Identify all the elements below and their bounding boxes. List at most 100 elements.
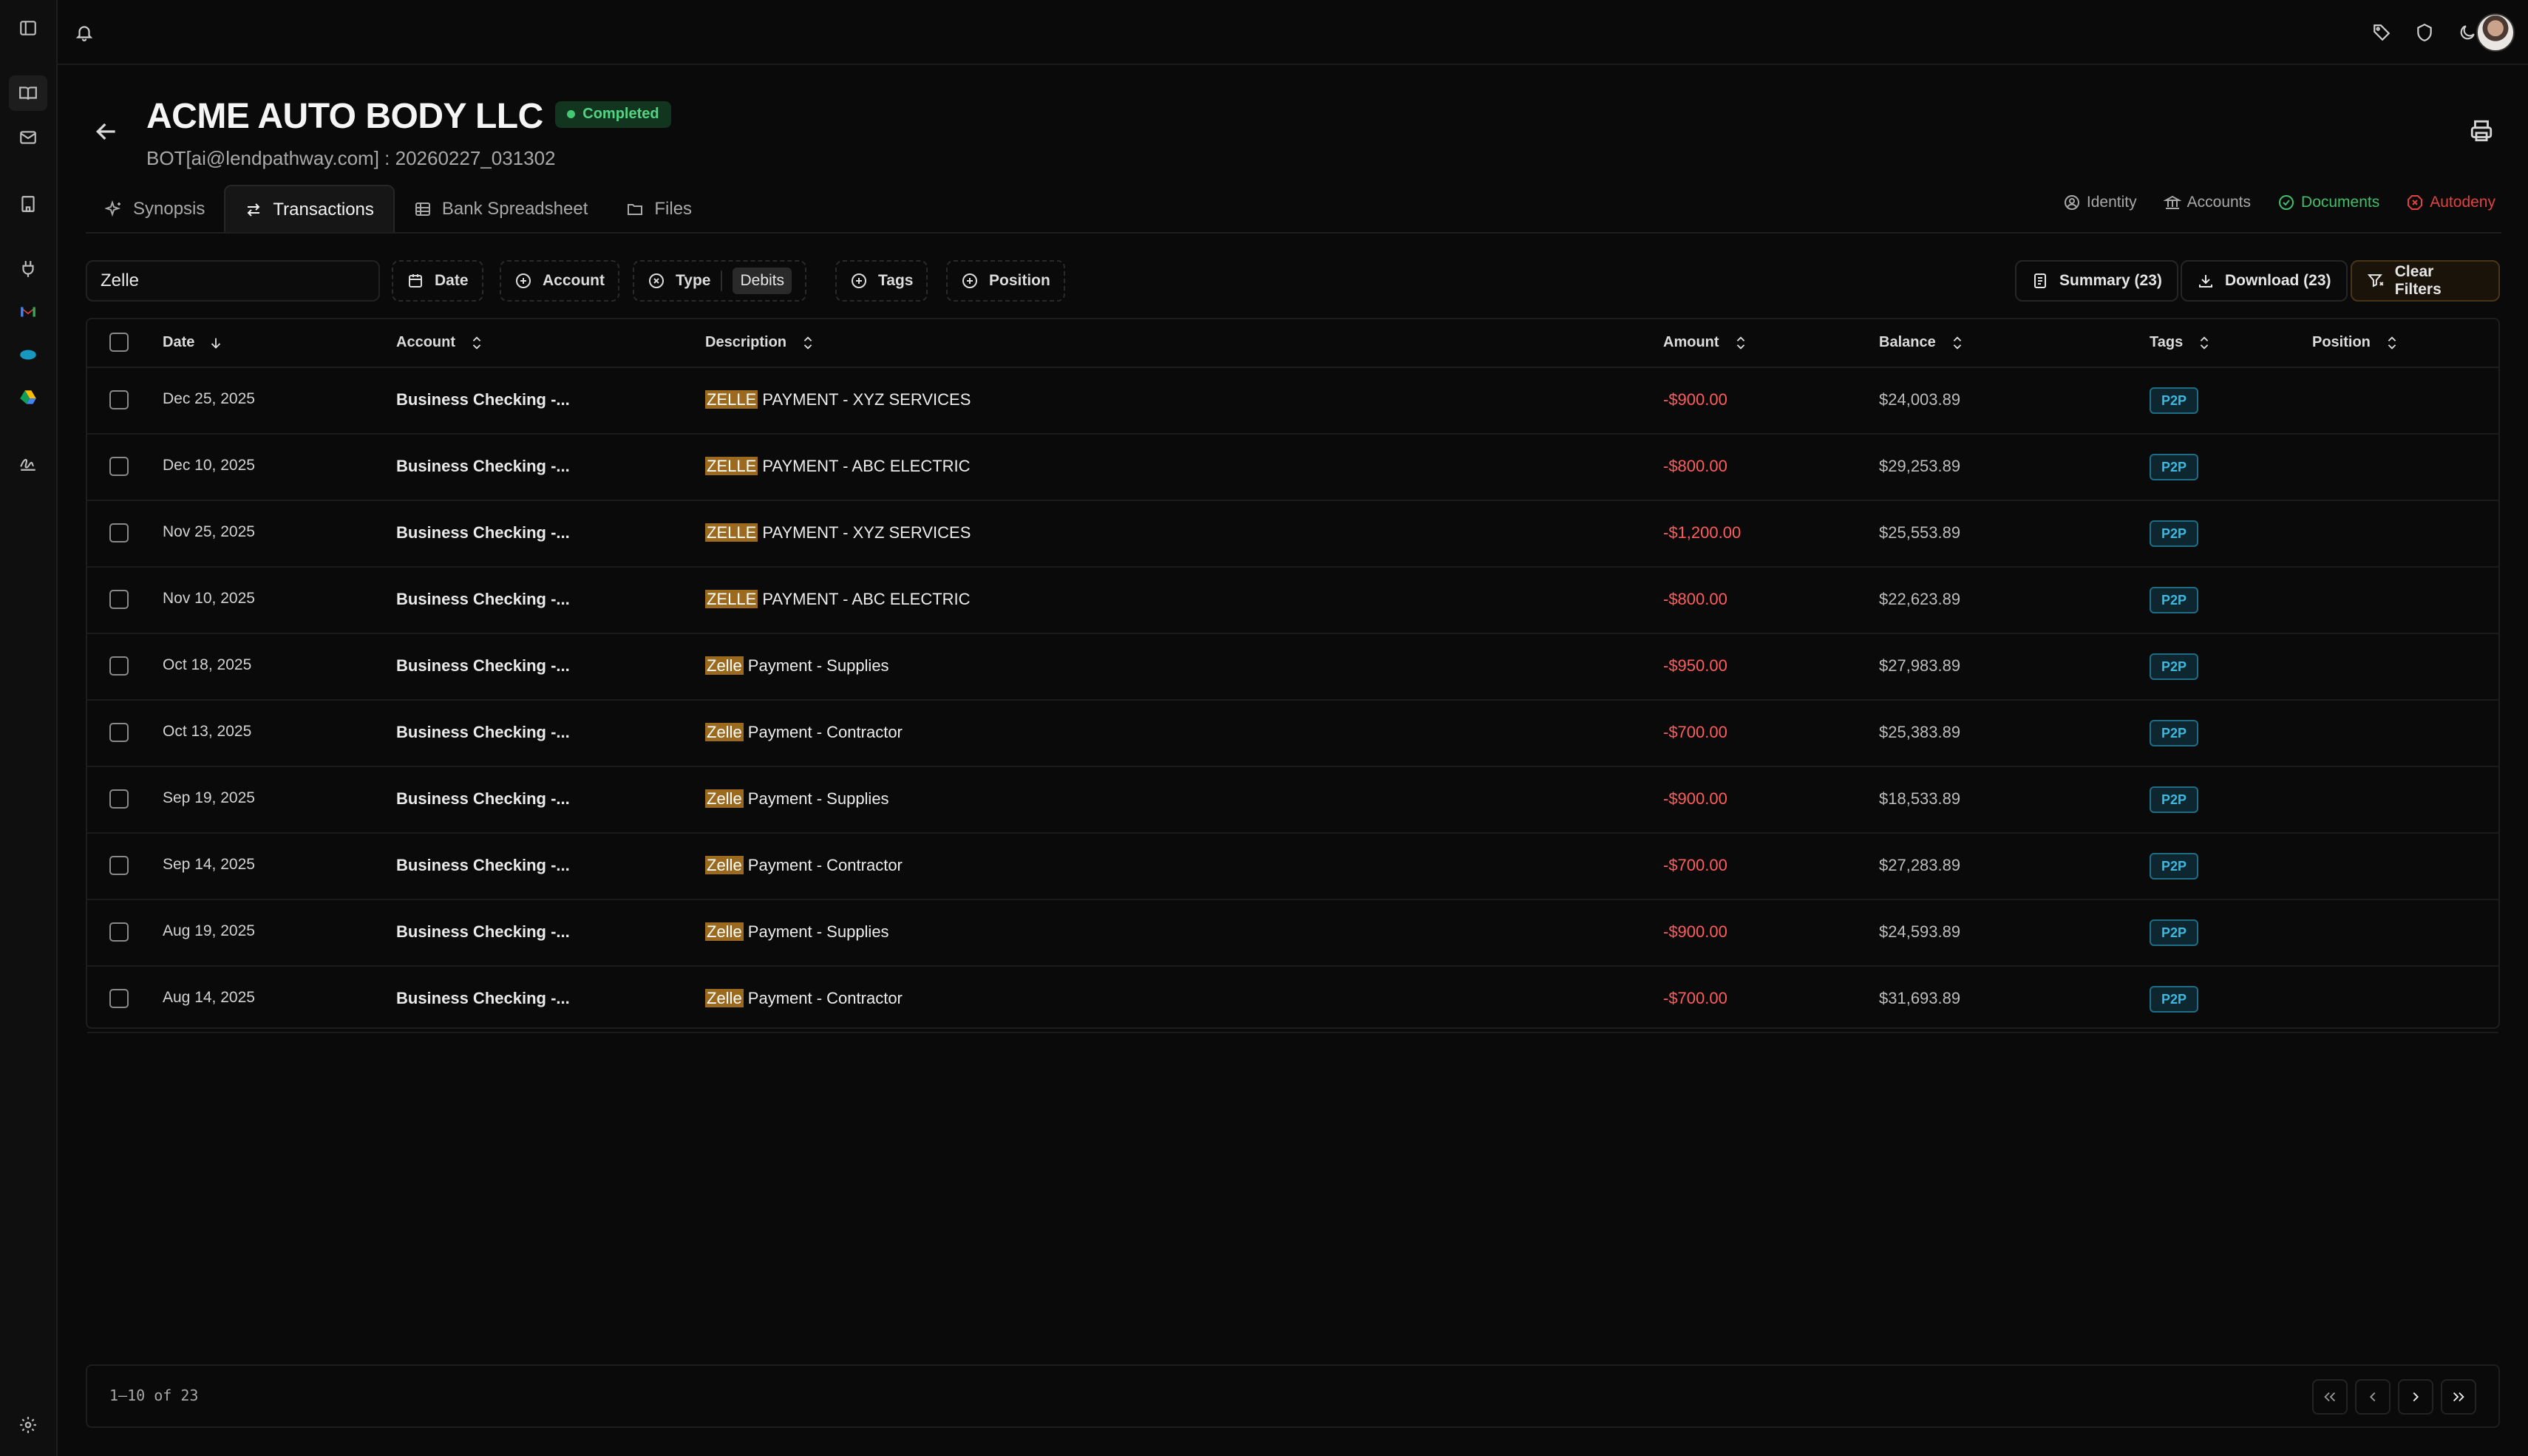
row-account[interactable]: Business Checking -... [396, 989, 570, 1008]
row-account[interactable]: Business Checking -... [396, 723, 570, 742]
summary-label: Summary (23) [2059, 272, 2162, 289]
row-account[interactable]: Business Checking -... [396, 457, 570, 476]
search-input[interactable]: Zelle [86, 260, 380, 302]
table-row[interactable]: Dec 25, 2025 Business Checking -... ZELLE … [87, 368, 2498, 435]
clear-filters-button[interactable]: Clear Filters [2351, 260, 2500, 302]
row-account[interactable]: Business Checking -... [396, 789, 570, 809]
next-page-button[interactable] [2398, 1379, 2433, 1415]
filter-date[interactable]: Date [392, 260, 483, 302]
row-checkbox[interactable] [109, 922, 129, 942]
column-header-tags[interactable]: Tags [2150, 334, 2212, 351]
table-row[interactable]: Oct 13, 2025 Business Checking -... Zelle … [87, 701, 2498, 767]
select-all-checkbox[interactable] [109, 333, 129, 352]
first-page-button[interactable] [2312, 1379, 2348, 1415]
table-row[interactable]: Oct 18, 2025 Business Checking -... Zelle … [87, 634, 2498, 701]
row-checkbox[interactable] [109, 723, 129, 742]
signature-icon[interactable] [13, 448, 43, 477]
download-button[interactable]: Download (23) [2181, 260, 2348, 302]
row-tag-badge[interactable]: P2P [2150, 919, 2199, 946]
column-header-position[interactable]: Position [2312, 334, 2400, 351]
tab-files[interactable]: Files [607, 185, 711, 234]
tab-bank-spreadsheet[interactable]: Bank Spreadsheet [395, 185, 607, 234]
tab-transactions[interactable]: Transactions [224, 185, 395, 234]
plug-icon[interactable] [13, 254, 43, 284]
table-row[interactable]: Dec 10, 2025 Business Checking -... ZELLE … [87, 435, 2498, 501]
column-header-balance[interactable]: Balance [1879, 334, 1965, 351]
mail-icon[interactable] [13, 123, 43, 152]
row-tag-badge[interactable]: P2P [2150, 587, 2199, 613]
filter-type[interactable]: Type Debits [633, 260, 806, 302]
row-account[interactable]: Business Checking -... [396, 922, 570, 942]
gmail-icon[interactable] [13, 297, 43, 327]
user-avatar[interactable] [2476, 13, 2515, 52]
column-header-amount[interactable]: Amount [1663, 334, 1749, 351]
row-checkbox[interactable] [109, 856, 129, 875]
row-checkbox[interactable] [109, 523, 129, 542]
row-tag-badge[interactable]: P2P [2150, 853, 2199, 880]
table-row[interactable]: Sep 14, 2025 Business Checking -... Zelle … [87, 834, 2498, 900]
sort-icon [2200, 336, 2209, 350]
back-arrow-icon[interactable] [92, 117, 121, 146]
settings-gear-icon[interactable] [13, 1410, 43, 1440]
filter-account[interactable]: Account [500, 260, 619, 302]
summary-button[interactable]: Summary (23) [2015, 260, 2178, 302]
table-row[interactable]: Sep 19, 2025 Business Checking -... Zelle … [87, 767, 2498, 834]
tab-bar: Synopsis Transactions Bank Spreadsheet F… [86, 185, 711, 234]
row-account[interactable]: Business Checking -... [396, 656, 570, 676]
filter-position[interactable]: Position [946, 260, 1065, 302]
row-tag-badge[interactable]: P2P [2150, 720, 2199, 746]
row-account[interactable]: Business Checking -... [396, 590, 570, 609]
documents-link[interactable]: Documents [2277, 194, 2379, 211]
chevrons-right-icon [2453, 1392, 2464, 1402]
row-checkbox[interactable] [109, 590, 129, 609]
row-checkbox[interactable] [109, 789, 129, 809]
sort-icon [803, 336, 812, 350]
book-icon[interactable] [9, 75, 47, 111]
row-balance: $31,693.89 [1879, 989, 1961, 1007]
salesforce-icon[interactable] [13, 340, 43, 370]
row-tag-badge[interactable]: P2P [2150, 653, 2199, 680]
row-tag-badge[interactable]: P2P [2150, 520, 2199, 547]
shield-icon[interactable] [2410, 18, 2439, 47]
row-date: Aug 19, 2025 [163, 922, 255, 939]
row-balance: $18,533.89 [1879, 789, 1961, 808]
row-checkbox[interactable] [109, 457, 129, 476]
status-label: Completed [582, 106, 659, 122]
filter-tags[interactable]: Tags [835, 260, 928, 302]
tab-synopsis[interactable]: Synopsis [86, 185, 224, 234]
row-account[interactable]: Business Checking -... [396, 523, 570, 542]
row-date: Oct 18, 2025 [163, 656, 252, 673]
row-checkbox[interactable] [109, 390, 129, 409]
printer-icon[interactable] [2469, 118, 2494, 143]
row-account[interactable]: Business Checking -... [396, 390, 570, 409]
identity-link[interactable]: Identity [2063, 194, 2137, 211]
last-page-button[interactable] [2441, 1379, 2476, 1415]
table-row[interactable]: Aug 19, 2025 Business Checking -... Zelle … [87, 900, 2498, 967]
google-drive-icon[interactable] [13, 383, 43, 412]
tag-icon[interactable] [2367, 18, 2396, 47]
column-header-date[interactable]: Date [163, 334, 224, 351]
row-description: Zelle Payment - Supplies [705, 656, 889, 676]
accounts-link[interactable]: Accounts [2163, 194, 2251, 211]
column-header-description[interactable]: Description [705, 334, 816, 351]
row-tag-badge[interactable]: P2P [2150, 387, 2199, 414]
row-tag-badge[interactable]: P2P [2150, 454, 2199, 480]
bell-icon[interactable] [69, 18, 99, 47]
row-account[interactable]: Business Checking -... [396, 856, 570, 875]
arrow-down-icon [211, 338, 221, 349]
row-tag-badge[interactable]: P2P [2150, 786, 2199, 813]
sidebar-toggle-icon[interactable] [13, 13, 43, 43]
table-row[interactable]: Nov 25, 2025 Business Checking -... ZELLE … [87, 501, 2498, 568]
table-row[interactable]: Aug 14, 2025 Business Checking -... Zelle … [87, 967, 2498, 1033]
autodeny-link[interactable]: Autodeny [2406, 194, 2495, 211]
building-icon[interactable] [13, 189, 43, 219]
column-header-account[interactable]: Account [396, 334, 485, 351]
arrows-swap-icon [247, 203, 260, 217]
row-checkbox[interactable] [109, 989, 129, 1008]
row-description: Zelle Payment - Supplies [705, 922, 889, 942]
row-tag-badge[interactable]: P2P [2150, 986, 2199, 1013]
row-checkbox[interactable] [109, 656, 129, 676]
filter-type-label: Type [676, 272, 711, 289]
table-row[interactable]: Nov 10, 2025 Business Checking -... ZELLE … [87, 568, 2498, 634]
previous-page-button[interactable] [2355, 1379, 2391, 1415]
